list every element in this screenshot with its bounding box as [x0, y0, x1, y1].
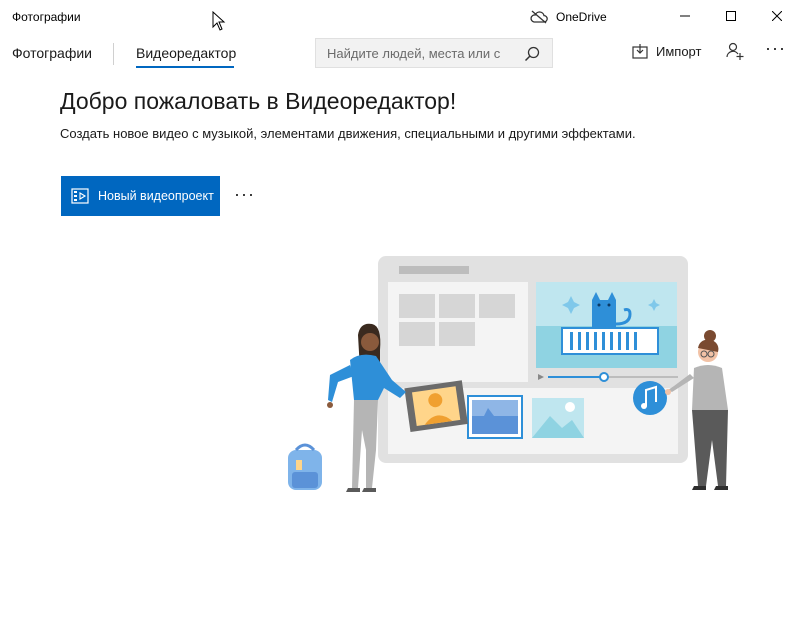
import-label: Импорт — [656, 43, 702, 59]
welcome-illustration — [288, 256, 728, 492]
maximize-icon — [726, 11, 736, 21]
close-icon — [772, 11, 782, 21]
mouse-cursor-icon — [212, 11, 226, 31]
import-icon — [632, 44, 648, 59]
search-box — [315, 38, 553, 68]
music-note-icon — [633, 381, 667, 415]
tab-photos[interactable]: Фотографии — [12, 45, 92, 61]
title-placeholder — [399, 266, 469, 274]
new-video-project-label: Новый видеопроект — [98, 189, 214, 203]
cloud-off-icon — [530, 10, 548, 24]
search-input[interactable] — [316, 45, 516, 61]
close-button[interactable] — [754, 0, 800, 32]
minimize-button[interactable] — [662, 0, 708, 32]
minimize-icon — [680, 15, 690, 17]
active-tab-indicator — [136, 66, 234, 68]
page-title: Добро пожаловать в Видеоредактор! — [60, 88, 457, 114]
nav-bar: Фотографии Видеоредактор Импорт ··· — [0, 32, 800, 74]
more-actions-button[interactable]: ··· — [234, 184, 255, 205]
new-video-project-button[interactable]: Новый видеопроект — [61, 176, 220, 216]
backpack-icon — [288, 443, 322, 490]
nav-divider — [113, 43, 114, 65]
import-button[interactable]: Импорт — [632, 43, 701, 59]
more-options-button[interactable]: ··· — [765, 38, 786, 59]
window-title: Фотографии — [12, 10, 81, 24]
person-add-icon[interactable] — [726, 42, 744, 62]
onedrive-label: OneDrive — [556, 10, 607, 24]
maximize-button[interactable] — [708, 0, 754, 32]
search-icon[interactable] — [524, 46, 540, 62]
page-subtitle: Создать новое видео с музыкой, элементам… — [60, 126, 636, 141]
title-bar: Фотографии OneDrive — [0, 0, 800, 32]
tab-video-editor[interactable]: Видеоредактор — [136, 45, 236, 61]
video-project-icon — [71, 188, 89, 204]
onedrive-status[interactable]: OneDrive — [530, 8, 607, 26]
